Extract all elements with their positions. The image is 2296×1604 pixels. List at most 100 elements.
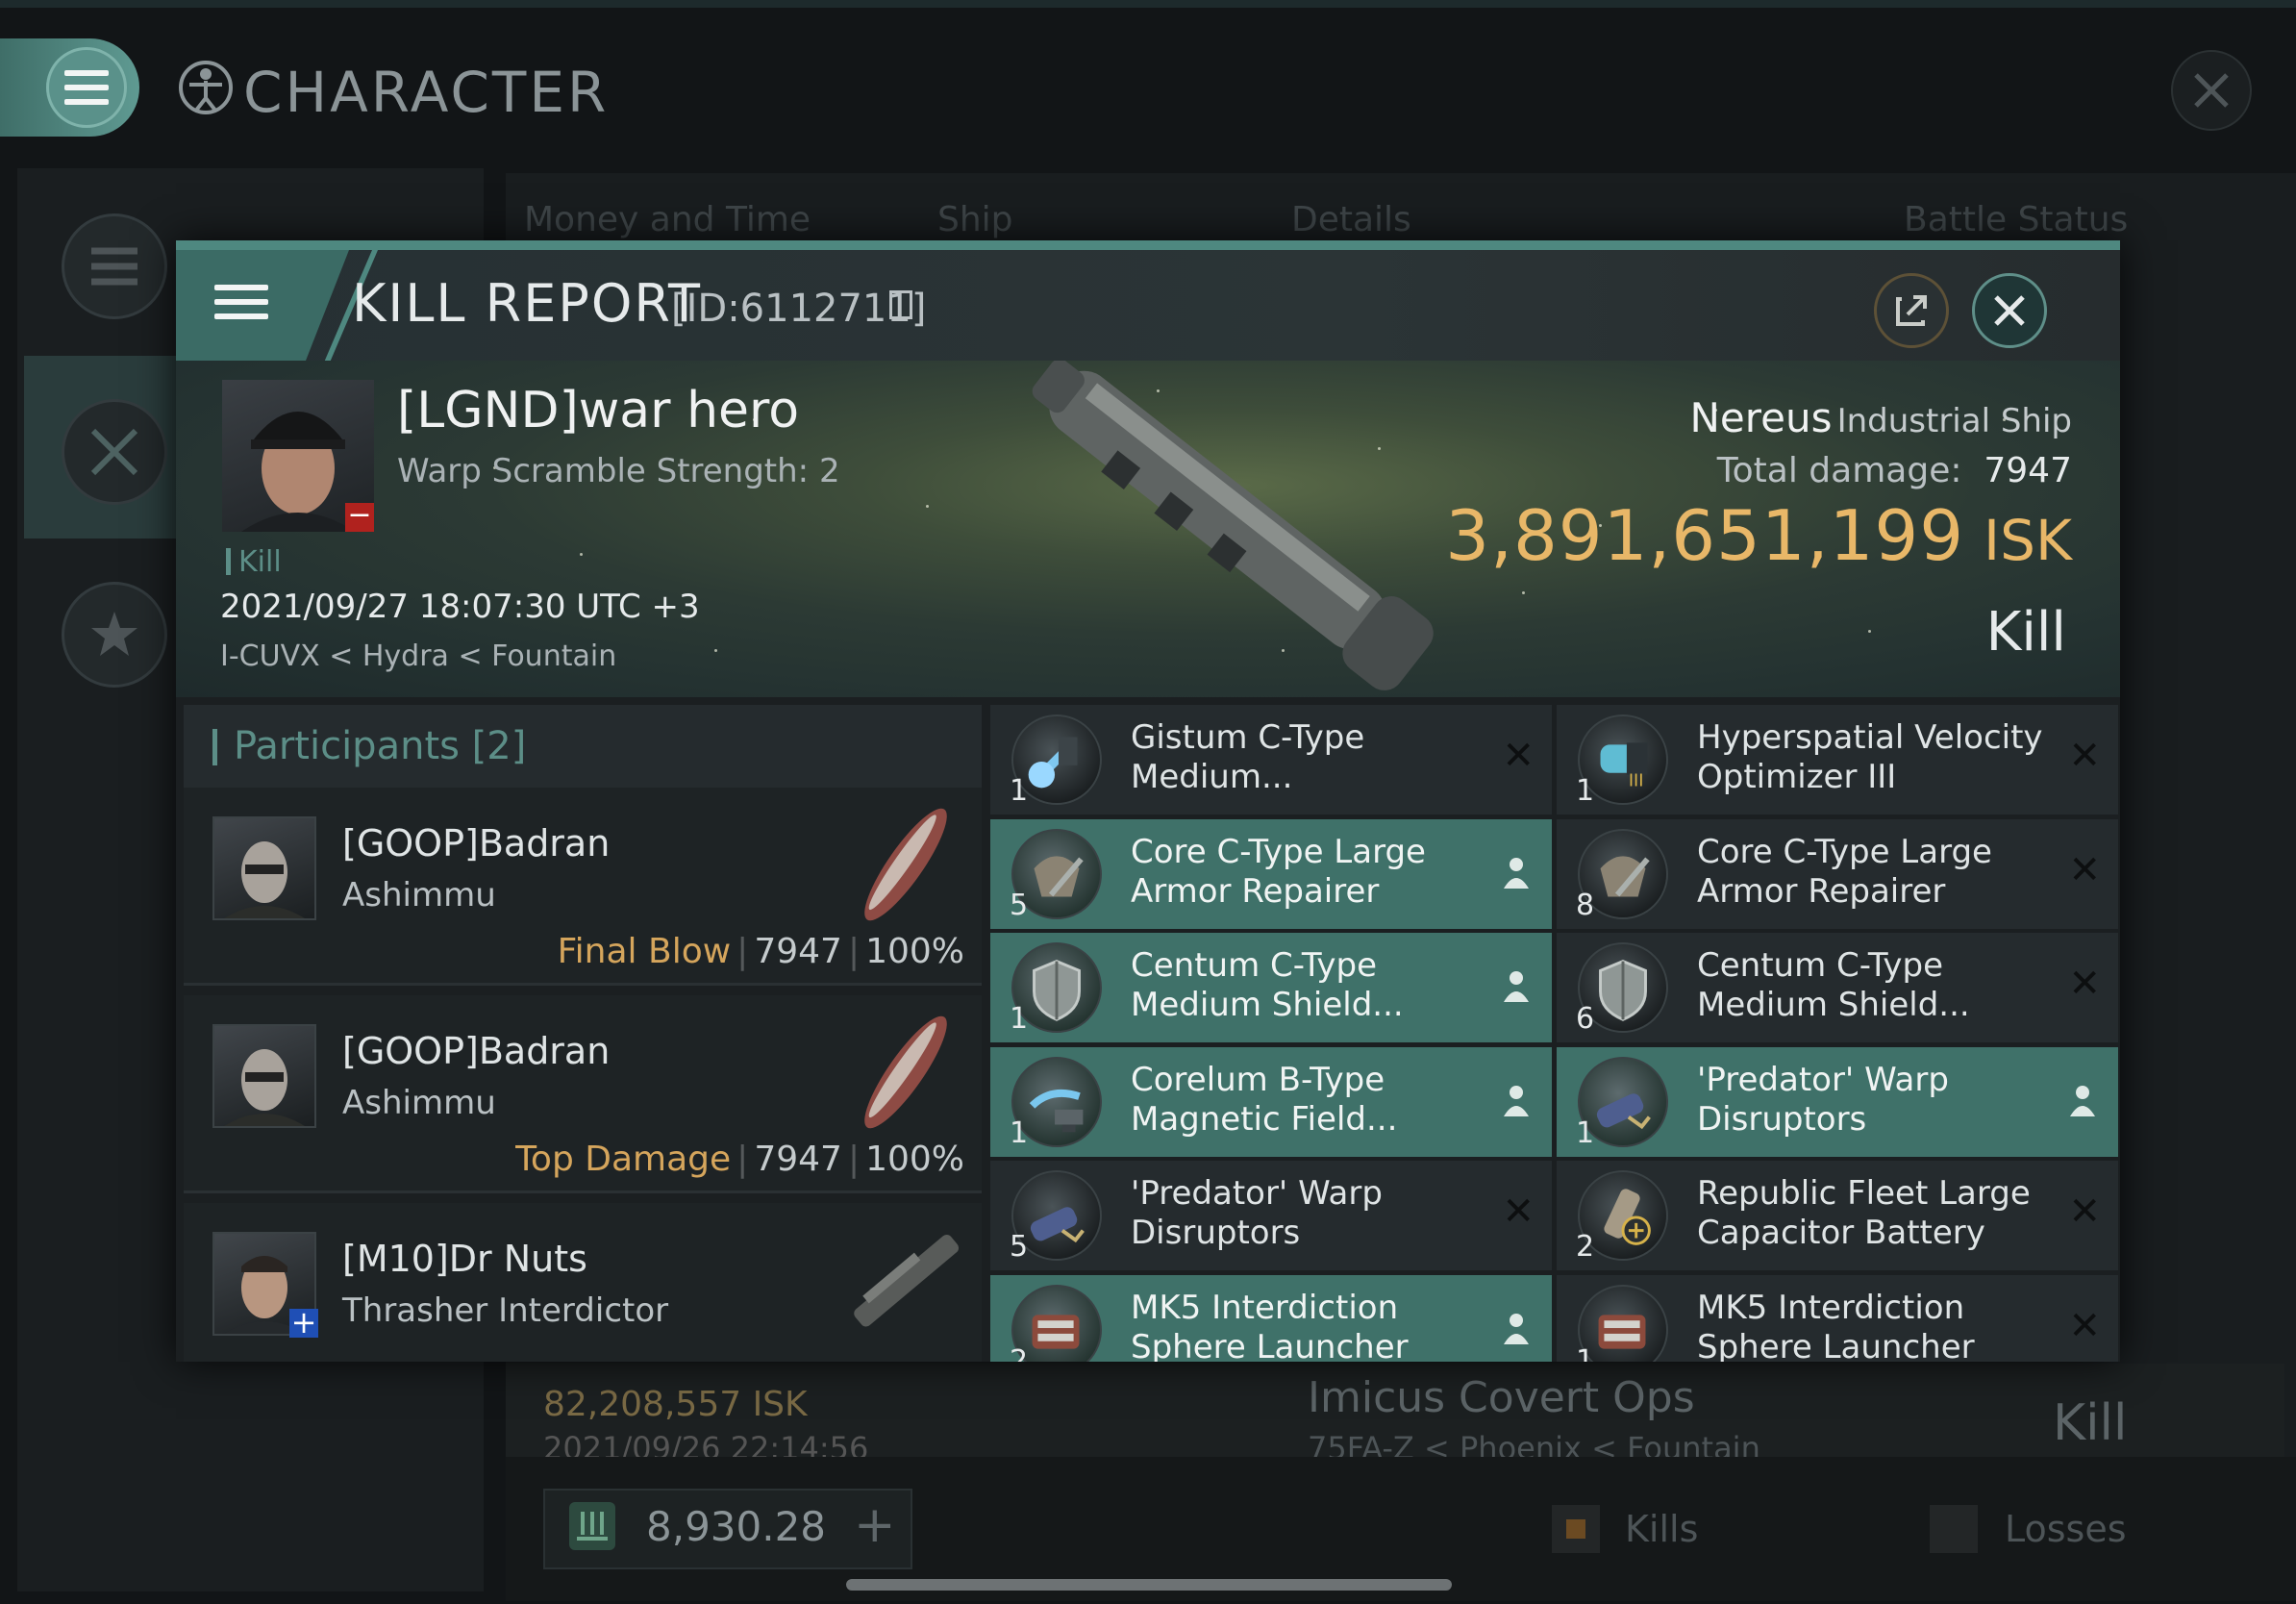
module-quantity: 6	[1576, 1002, 1595, 1036]
participant-stats: Final Blow | 7947 | 100%	[557, 932, 964, 971]
destroyed-icon: ✕	[1502, 734, 1535, 778]
module-item[interactable]: 5 Core C-Type Large Armor Repairer	[990, 818, 1552, 929]
copy-icon[interactable]	[889, 290, 912, 319]
home-indicator	[846, 1579, 1452, 1591]
module-name: Centum C-Type Medium Shield...	[1697, 946, 1970, 1024]
vitruvian-icon	[179, 61, 233, 114]
bg-tab-money[interactable]: Money and Time	[524, 200, 811, 239]
module-name: Corelum B-Type Magnetic Field...	[1131, 1060, 1398, 1139]
kill-report-modal: KILL REPORT [ID:6112711] − [LGND]war her…	[176, 240, 2120, 1362]
isk-value-row: 3,891,651,199 ISK	[1445, 495, 2072, 576]
total-damage-value: 7947	[1984, 451, 2072, 490]
hamburger-icon	[214, 285, 268, 325]
losses-checkbox[interactable]	[1930, 1505, 1978, 1553]
list-icon	[91, 247, 137, 286]
module-item[interactable]: 1 'Predator' Warp Disruptors	[1557, 1046, 2118, 1157]
participant-name: [GOOP]Badran	[342, 822, 611, 865]
participant-ship-render	[864, 808, 947, 921]
destroyed-icon: ✕	[2068, 1190, 2101, 1234]
kill-location[interactable]: I-CUVX < Hydra < Fountain	[220, 639, 616, 673]
module-name: 'Predator' Warp Disruptors	[1697, 1060, 1949, 1139]
participant-label: Top Damage	[515, 1140, 732, 1179]
wallet-add-button[interactable]: +	[854, 1496, 896, 1554]
module-quantity: 1	[1576, 774, 1595, 808]
victim-name[interactable]: [LGND]war hero	[397, 382, 799, 439]
participant-portrait	[212, 816, 316, 920]
dropped-loot-icon	[1504, 1085, 1529, 1116]
participant-card[interactable]: [GOOP]Badran Ashimmu Top Damage | 7947 | 100…	[184, 995, 982, 1193]
module-name: MK5 Interdiction Sphere Launcher	[1131, 1288, 1409, 1363]
bg-tab-details[interactable]: Details	[1291, 200, 1411, 239]
participant-stats: Top Damage | 7947 | 100%	[515, 1140, 964, 1179]
dropped-loot-icon	[1504, 1313, 1529, 1344]
kill-tag: Kill	[226, 545, 282, 579]
participant-card[interactable]: + [M10]Dr Nuts Thrasher Interdictor	[184, 1203, 982, 1362]
module-quantity: 8	[1576, 888, 1595, 922]
module-item[interactable]: 1 MK5 Interdiction Sphere Launcher ✕	[1557, 1274, 2118, 1363]
participant-damage: 7947	[754, 932, 842, 971]
ship-name[interactable]: Nereus	[1690, 394, 1833, 441]
participant-ship: Thrasher Interdictor	[342, 1291, 669, 1330]
app-title: CHARACTER	[243, 60, 610, 125]
hostile-badge: −	[345, 501, 374, 532]
module-item[interactable]: 1 Corelum B-Type Magnetic Field...	[990, 1046, 1552, 1157]
plex-icon	[569, 1502, 615, 1550]
module-name: Core C-Type Large Armor Repairer	[1697, 832, 1992, 911]
main-menu-button[interactable]	[0, 38, 139, 137]
destroyed-icon: ✕	[2068, 1303, 2101, 1348]
dropped-loot-icon	[1504, 971, 1529, 1002]
participant-damage: 7947	[754, 1140, 842, 1179]
app-close-button[interactable]	[2171, 50, 2252, 131]
main-menu-circle	[46, 47, 127, 128]
dropped-loot-icon	[1504, 857, 1529, 889]
svg-text:III: III	[1629, 771, 1644, 790]
module-name: Hyperspatial Velocity Optimizer III	[1697, 718, 2043, 796]
result-label: Kill	[1985, 601, 2066, 664]
participant-percent: 100%	[865, 932, 964, 971]
participant-percent: 100%	[865, 1140, 964, 1179]
total-damage: Total damage: 7947	[1717, 451, 2072, 490]
destroyed-icon: ✕	[2068, 962, 2101, 1006]
wallet-value: 8,930.28	[646, 1503, 827, 1550]
module-quantity: 1	[1576, 1343, 1595, 1363]
bg-tab-ship[interactable]: Ship	[937, 200, 1013, 239]
module-name: Republic Fleet Large Capacitor Battery	[1697, 1174, 2031, 1252]
share-button[interactable]	[1874, 273, 1949, 348]
rail-list-button[interactable]	[62, 213, 167, 319]
participant-ship: Ashimmu	[342, 876, 496, 915]
module-quantity: 2	[1010, 1343, 1029, 1363]
participants-header-bar	[212, 729, 217, 765]
module-item[interactable]: III 1 Hyperspatial Velocity Optimizer III ✕	[1557, 705, 2118, 815]
module-quantity: 1	[1576, 1115, 1595, 1150]
bg-row-status: Kill	[2053, 1394, 2128, 1452]
module-item[interactable]: 6 Centum C-Type Medium Shield... ✕	[1557, 933, 2118, 1042]
total-damage-label: Total damage:	[1716, 451, 1962, 490]
kills-checkbox[interactable]	[1552, 1505, 1600, 1553]
participant-name: [GOOP]Badran	[342, 1030, 611, 1072]
module-item[interactable]: 2 Republic Fleet Large Capacitor Battery ✕	[1557, 1161, 2118, 1270]
kill-tag-label: Kill	[238, 545, 282, 579]
rail-favorites-button[interactable]	[62, 582, 167, 688]
module-item[interactable]: 5 'Predator' Warp Disruptors ✕	[990, 1161, 1552, 1270]
victim-banner: − [LGND]war hero Warp Scramble Strength:…	[176, 361, 2120, 697]
participant-ship-render	[854, 1235, 960, 1327]
kills-checkbox-mark	[1566, 1519, 1585, 1539]
participant-ship-render	[864, 1015, 947, 1129]
modal-close-button[interactable]	[1972, 273, 2047, 348]
ship-name-row: Nereus Industrial Ship	[1690, 394, 2072, 441]
rail-combat-button[interactable]	[62, 399, 167, 505]
module-item[interactable]: 1 Gistum C-Type Medium... ✕	[990, 705, 1552, 815]
module-quantity: 1	[1010, 774, 1029, 808]
module-item[interactable]: 8 Core C-Type Large Armor Repairer ✕	[1557, 818, 2118, 929]
module-item[interactable]: 1 Centum C-Type Medium Shield...	[990, 933, 1552, 1042]
participant-card[interactable]: [GOOP]Badran Ashimmu Final Blow | 7947 | 100…	[184, 788, 982, 986]
module-quantity: 1	[1010, 1115, 1029, 1150]
module-quantity: 2	[1576, 1230, 1595, 1264]
close-icon	[2194, 73, 2229, 108]
bg-tab-battle-status[interactable]: Battle Status	[1904, 200, 2128, 239]
isk-unit: ISK	[1984, 508, 2072, 573]
victim-subtitle: Warp Scramble Strength: 2	[397, 452, 840, 490]
module-item[interactable]: 2 MK5 Interdiction Sphere Launcher	[990, 1274, 1552, 1363]
module-name: 'Predator' Warp Disruptors	[1131, 1174, 1383, 1252]
destroyed-icon: ✕	[2068, 847, 2101, 892]
